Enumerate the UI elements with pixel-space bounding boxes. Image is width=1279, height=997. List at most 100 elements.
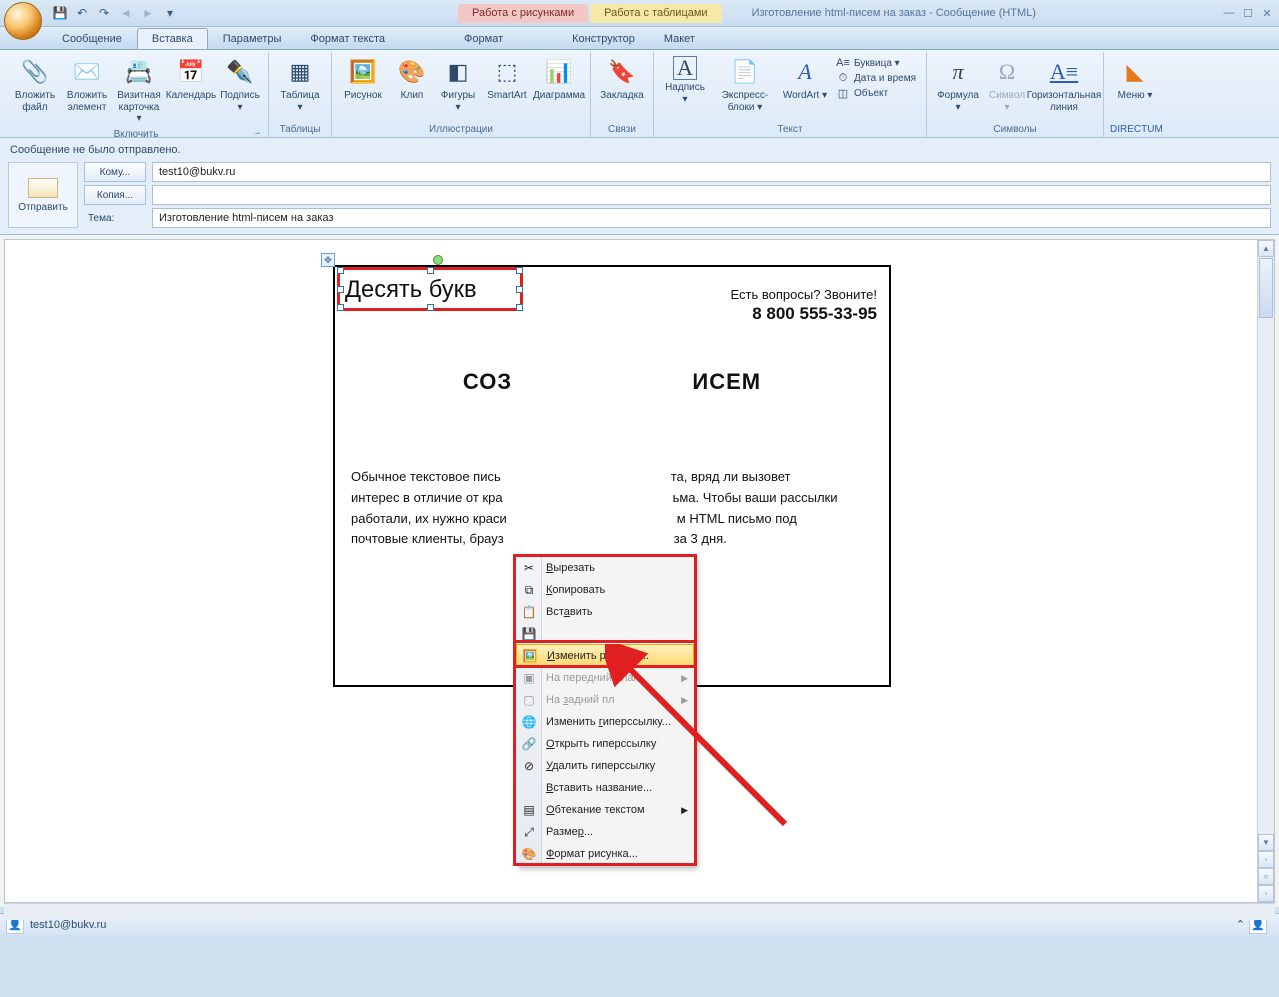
hline-icon: A≡ <box>1048 56 1080 88</box>
to-field[interactable] <box>152 162 1271 182</box>
horizontal-scrollbar[interactable] <box>4 903 1275 920</box>
cc-button[interactable]: Копия... <box>84 185 146 205</box>
to-button[interactable]: Кому... <box>84 162 146 182</box>
ctx-change-picture[interactable]: 🖼️Изменить рисунок... <box>516 644 694 668</box>
table-icon: ▦ <box>284 56 316 88</box>
browse-object-button[interactable]: ○ <box>1258 868 1274 885</box>
ctx-size[interactable]: ⤢Размер... <box>516 821 694 843</box>
symbol-icon: Ω <box>991 56 1023 88</box>
bookmark-button[interactable]: 🔖Закладка <box>597 54 647 104</box>
redo-icon[interactable]: ↷ <box>96 5 112 21</box>
attach-item-button[interactable]: ✉️Вложить элемент <box>62 54 112 115</box>
equation-button[interactable]: πФормула ▾ <box>933 54 983 115</box>
group-tables-label: Таблицы <box>275 122 325 137</box>
ctx-paste[interactable]: 📋Вставить <box>516 601 694 623</box>
quick-parts-button[interactable]: 📄Экспресс-блоки ▾ <box>712 54 778 115</box>
scroll-up-button[interactable]: ▲ <box>1258 240 1274 257</box>
save-pic-icon: 💾 <box>521 626 537 642</box>
tab-message[interactable]: Сообщение <box>48 29 136 49</box>
office-button[interactable] <box>4 2 42 40</box>
close-button[interactable]: ✕ <box>1259 7 1275 20</box>
tab-parameters[interactable]: Параметры <box>209 29 296 49</box>
tab-insert[interactable]: Вставка <box>137 28 208 49</box>
browse-prev-button[interactable]: ◦ <box>1258 851 1274 868</box>
tab-format[interactable]: Формат <box>450 29 517 49</box>
subject-field[interactable] <box>152 208 1271 228</box>
quick-access-toolbar: 💾 ↶ ↷ ◄ ► ▾ <box>52 5 178 21</box>
group-symbols-label: Символы <box>933 122 1097 137</box>
minimize-button[interactable]: — <box>1221 7 1237 20</box>
resize-handle[interactable] <box>516 304 523 311</box>
resize-handle[interactable] <box>337 286 344 293</box>
attach-file-button[interactable]: 📎Вложить файл <box>10 54 60 115</box>
ctx-copy[interactable]: ⧉Копировать <box>516 579 694 601</box>
hline-button[interactable]: A≡Горизонтальная линия <box>1031 54 1097 115</box>
ctx-text-wrap[interactable]: ▤Обтекание текстом▶ <box>516 799 694 821</box>
ctx-remove-hyperlink[interactable]: ⊘Удалить гиперссылку <box>516 755 694 777</box>
datetime-button[interactable]: ⏱Дата и время <box>836 71 916 85</box>
signature-button[interactable]: ✒️Подпись ▾ <box>218 54 262 115</box>
wrap-icon: ▤ <box>521 802 537 818</box>
textbox-button[interactable]: AНадпись ▾ <box>660 54 710 107</box>
wordart-icon: A <box>789 56 821 88</box>
resize-handle[interactable] <box>337 267 344 274</box>
shapes-button[interactable]: ◧Фигуры ▾ <box>436 54 480 115</box>
group-directum-label: DIRECTUM <box>1110 122 1163 137</box>
tab-format-text[interactable]: Формат текста <box>296 29 399 49</box>
smartart-button[interactable]: ⬚SmartArt <box>482 54 532 104</box>
resize-handle[interactable] <box>516 286 523 293</box>
ctx-format-picture[interactable]: 🎨Формат рисунка... <box>516 843 694 865</box>
group-illustrations-label: Иллюстрации <box>338 122 584 137</box>
contact-question: Есть вопросы? Звоните! <box>731 287 877 302</box>
ctx-edit-hyperlink[interactable]: 🌐Изменить гиперссылку... <box>516 711 694 733</box>
selected-image[interactable]: Десять букв <box>341 271 519 307</box>
browse-next-button[interactable]: ◦ <box>1258 885 1274 902</box>
ribbon: 📎Вложить файл ✉️Вложить элемент 📇Визитна… <box>0 50 1279 138</box>
picture-button[interactable]: 🖼️Рисунок <box>338 54 388 104</box>
resize-handle[interactable] <box>337 304 344 311</box>
cc-field[interactable] <box>152 185 1271 205</box>
object-button[interactable]: ◫Объект <box>836 86 916 100</box>
context-menu: ✂Вырезать ⧉Копировать 📋Вставить 💾 🖼️Изме… <box>515 556 695 866</box>
context-tab-tables[interactable]: Работа с таблицами <box>590 4 721 23</box>
chart-button[interactable]: 📊Диаграмма <box>534 54 584 104</box>
send-button[interactable]: Отправить <box>8 162 78 228</box>
ctx-insert-caption[interactable]: Вставить название... <box>516 777 694 799</box>
resize-handle[interactable] <box>427 267 434 274</box>
move-handle-icon[interactable]: ✥ <box>321 253 335 267</box>
rotate-handle[interactable] <box>433 255 443 265</box>
qat-dropdown-icon[interactable]: ▾ <box>162 5 178 21</box>
directum-menu-button[interactable]: ◣Меню ▾ <box>1110 54 1160 104</box>
context-tab-pictures[interactable]: Работа с рисунками <box>458 4 588 23</box>
ctx-disabled-row: 💾 <box>516 623 694 645</box>
scroll-down-button[interactable]: ▼ <box>1258 834 1274 851</box>
size-icon: ⤢ <box>521 824 537 840</box>
clip-button[interactable]: 🎨Клип <box>390 54 434 104</box>
window-title: Изготовление html-писем на заказ - Сообщ… <box>752 7 1036 19</box>
tab-constructor[interactable]: Конструктор <box>558 29 649 49</box>
resize-handle[interactable] <box>427 304 434 311</box>
signature-icon: ✒️ <box>224 56 256 88</box>
ctx-open-hyperlink[interactable]: 🔗Открыть гиперссылку <box>516 733 694 755</box>
prev-icon[interactable]: ◄ <box>118 5 134 21</box>
maximize-button[interactable]: ☐ <box>1240 7 1256 20</box>
editor-canvas[interactable]: ✥ Десять букв Есть вопросы? Звоните! 8 8… <box>4 239 1275 903</box>
group-include-label: Включить <box>10 127 262 142</box>
dropcap-button[interactable]: A≡Буквица ▾ <box>836 56 916 70</box>
clip-icon: 🎨 <box>396 56 428 88</box>
chart-icon: 📊 <box>543 56 575 88</box>
ctx-cut[interactable]: ✂Вырезать <box>516 557 694 579</box>
calendar-button[interactable]: 📅Календарь <box>166 54 216 104</box>
scroll-thumb[interactable] <box>1259 258 1273 318</box>
table-button[interactable]: ▦Таблица ▾ <box>275 54 325 115</box>
save-icon[interactable]: 💾 <box>52 5 68 21</box>
vertical-scrollbar[interactable]: ▲ ▼ ◦ ○ ◦ <box>1257 240 1274 902</box>
next-icon[interactable]: ► <box>140 5 156 21</box>
wordart-button[interactable]: AWordArt ▾ <box>780 54 830 104</box>
business-card-button[interactable]: 📇Визитная карточка ▾ <box>114 54 164 127</box>
undo-icon[interactable]: ↶ <box>74 5 90 21</box>
tab-layout[interactable]: Макет <box>650 29 709 49</box>
symbol-button[interactable]: ΩСимвол ▾ <box>985 54 1029 115</box>
textbox-icon: A <box>673 56 697 80</box>
resize-handle[interactable] <box>516 267 523 274</box>
